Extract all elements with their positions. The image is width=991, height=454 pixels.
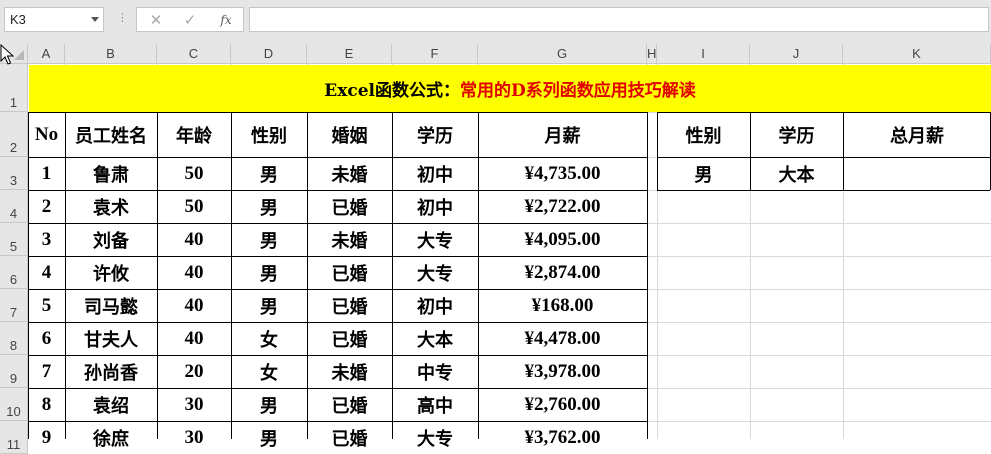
table-cell[interactable]: ¥168.00	[478, 289, 647, 322]
table-cell[interactable]: 20	[157, 355, 231, 388]
table-cell[interactable]: 刘备	[65, 223, 157, 256]
table-cell[interactable]: 未婚	[307, 223, 392, 256]
enter-icon[interactable]: ✓	[179, 10, 201, 30]
table-cell[interactable]: 5	[28, 289, 65, 322]
table-cell[interactable]: ¥2,874.00	[478, 256, 647, 289]
table-cell[interactable]: 8	[28, 388, 65, 421]
title-main: 常用的D系列函数应用技巧解读	[459, 81, 696, 101]
table-cell[interactable]: 初中	[392, 190, 478, 223]
criteria-value-cell[interactable]: 大本	[750, 157, 843, 190]
table-cell[interactable]: ¥4,095.00	[478, 223, 647, 256]
table-cell[interactable]: 中专	[392, 355, 478, 388]
cancel-icon[interactable]: ✕	[145, 10, 167, 30]
table-cell[interactable]: 未婚	[307, 157, 392, 190]
spreadsheet-grid[interactable]: ABCDEFGHIJK 1 2 3 4 5 6 7 8 9 10 11 Excel函数公式： 常用的D…	[0, 44, 991, 454]
table-cell[interactable]: 50	[157, 157, 231, 190]
title-cell[interactable]: Excel函数公式： 常用的D系列函数应用技巧解读	[29, 65, 991, 112]
insert-function-icon[interactable]: fx	[215, 10, 237, 30]
table-cell[interactable]: 男	[231, 223, 307, 256]
table-header-cell[interactable]: 年龄	[157, 112, 231, 157]
table-cell[interactable]: ¥3,978.00	[478, 355, 647, 388]
table-cell[interactable]: 大本	[392, 322, 478, 355]
table-cell[interactable]: 7	[28, 355, 65, 388]
chevron-down-icon[interactable]	[91, 17, 99, 22]
table-cell[interactable]: 男	[231, 421, 307, 454]
table-cell[interactable]: 40	[157, 256, 231, 289]
table-cell[interactable]: 9	[28, 421, 65, 454]
table-header-cell[interactable]: 员工姓名	[65, 112, 157, 157]
table-cell[interactable]: 已婚	[307, 421, 392, 454]
table-cell[interactable]: 司马懿	[65, 289, 157, 322]
table-cell[interactable]: 男	[231, 289, 307, 322]
table-cell[interactable]: ¥4,735.00	[478, 157, 647, 190]
table-cell[interactable]: ¥2,722.00	[478, 190, 647, 223]
table-cell[interactable]: 30	[157, 388, 231, 421]
table-cell[interactable]: 2	[28, 190, 65, 223]
table-cell[interactable]: ¥3,762.00	[478, 421, 647, 454]
table-cell[interactable]: 初中	[392, 289, 478, 322]
table-cell[interactable]: ¥2,760.00	[478, 388, 647, 421]
table-cell[interactable]: 已婚	[307, 256, 392, 289]
table-cell[interactable]: 1	[28, 157, 65, 190]
table-header-cell[interactable]: 月薪	[478, 112, 647, 157]
table-cell[interactable]: 男	[231, 157, 307, 190]
name-box-value: K3	[10, 12, 26, 27]
table-cell[interactable]: 男	[231, 256, 307, 289]
mouse-cursor-icon	[0, 44, 14, 65]
table-cell[interactable]: 已婚	[307, 190, 392, 223]
table-cell[interactable]: 徐庶	[65, 421, 157, 454]
criteria-header-cell[interactable]: 学历	[750, 112, 843, 157]
table-cell[interactable]: 40	[157, 289, 231, 322]
table-cell[interactable]: 大专	[392, 223, 478, 256]
table-cell[interactable]: 孙尚香	[65, 355, 157, 388]
table-cell[interactable]: 6	[28, 322, 65, 355]
table-cell[interactable]: 已婚	[307, 289, 392, 322]
title-prefix: Excel函数公式：	[324, 81, 460, 101]
table-cell[interactable]: 高中	[392, 388, 478, 421]
table-cell[interactable]: ¥4,478.00	[478, 322, 647, 355]
table-cell[interactable]: 甘夫人	[65, 322, 157, 355]
table-cell[interactable]: 大专	[392, 421, 478, 454]
table-cell[interactable]: 40	[157, 223, 231, 256]
table-header-cell[interactable]: No	[28, 112, 65, 157]
table-cell[interactable]: 30	[157, 421, 231, 454]
table-cell[interactable]: 初中	[392, 157, 478, 190]
criteria-header-cell[interactable]: 总月薪	[843, 112, 991, 157]
table-header-cell[interactable]: 性别	[231, 112, 307, 157]
table-header-cell[interactable]: 学历	[392, 112, 478, 157]
table-cell[interactable]: 大专	[392, 256, 478, 289]
table-cell[interactable]: 4	[28, 256, 65, 289]
formula-buttons: ✕ ✓ fx	[136, 7, 244, 32]
table-cell[interactable]: 未婚	[307, 355, 392, 388]
selected-cell-k3[interactable]	[843, 157, 991, 190]
table-cell[interactable]: 已婚	[307, 322, 392, 355]
table-cell[interactable]: 50	[157, 190, 231, 223]
formula-bar: K3 ⋮ ✕ ✓ fx	[0, 0, 991, 44]
table-cell[interactable]: 男	[231, 190, 307, 223]
table-cell[interactable]: 许攸	[65, 256, 157, 289]
drag-handle-icon[interactable]: ⋮	[117, 11, 128, 24]
table-cell[interactable]: 3	[28, 223, 65, 256]
table-cell[interactable]: 女	[231, 322, 307, 355]
table-cell[interactable]: 女	[231, 355, 307, 388]
table-cell[interactable]: 鲁肃	[65, 157, 157, 190]
table-cell[interactable]: 40	[157, 322, 231, 355]
table-header-cell[interactable]: 婚姻	[307, 112, 392, 157]
table-cell[interactable]: 男	[231, 388, 307, 421]
criteria-header-cell[interactable]: 性别	[657, 112, 750, 157]
name-box[interactable]: K3	[4, 7, 104, 32]
table-cell[interactable]: 袁绍	[65, 388, 157, 421]
table-cell[interactable]: 已婚	[307, 388, 392, 421]
criteria-value-cell[interactable]: 男	[657, 157, 750, 190]
formula-input[interactable]	[249, 7, 989, 32]
table-cell[interactable]: 袁术	[65, 190, 157, 223]
